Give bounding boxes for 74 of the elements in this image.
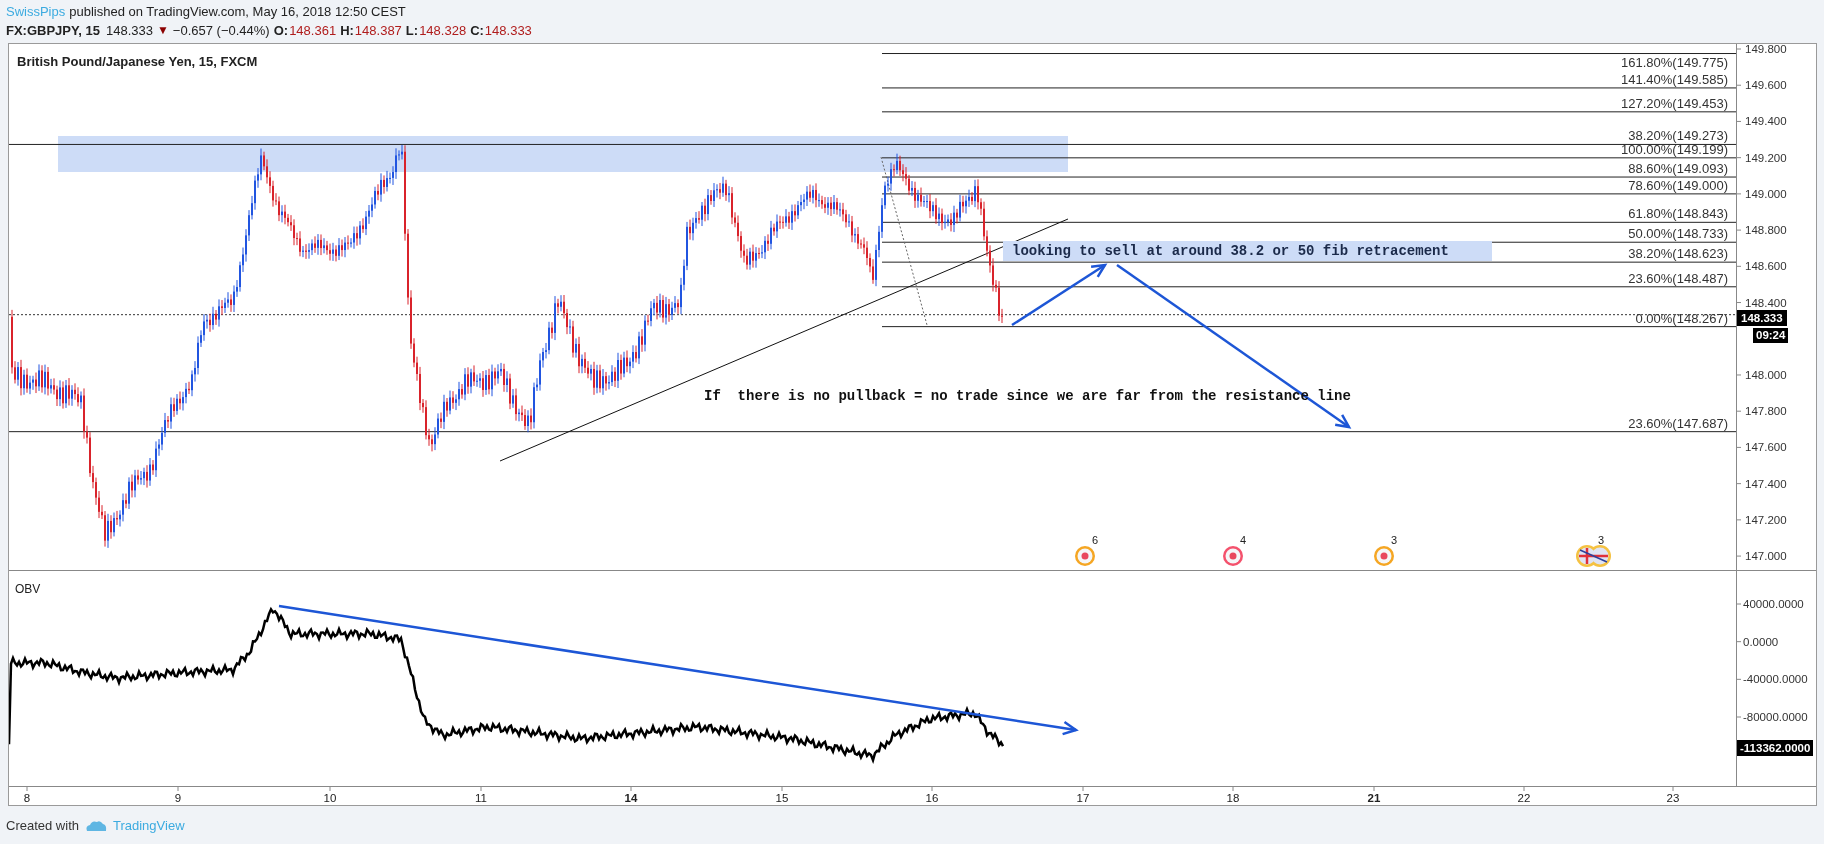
price-tick-label: 147.600: [1745, 441, 1787, 454]
fib-level-label: 50.00%(148.733): [1628, 226, 1728, 242]
footer-text: Created with: [6, 817, 79, 835]
price-tick-label: 149.000: [1745, 187, 1787, 200]
obv-value-badge: -113362.0000: [1737, 740, 1814, 756]
time-tick-label: 16: [925, 792, 939, 804]
last-price-badge: 148.333: [1737, 310, 1787, 326]
obv-tick-label: -40000.0000: [1743, 673, 1808, 686]
price-tick-label: 149.800: [1745, 44, 1787, 55]
price-tick-label: 147.200: [1745, 513, 1787, 526]
ohlc-label: L:: [405, 22, 419, 40]
event-marker-icon[interactable]: [1374, 546, 1394, 566]
time-tick-label: 14: [624, 792, 638, 804]
price-tick-label: 147.000: [1745, 550, 1787, 563]
price-tick-label: 147.400: [1745, 477, 1787, 490]
obv-tick-label: 40000.0000: [1743, 598, 1804, 610]
time-tick-label: 22: [1517, 792, 1531, 804]
event-marker-icon[interactable]: [1223, 546, 1243, 566]
time-tick-label: 11: [475, 792, 487, 804]
time-tick-label: 15: [775, 792, 789, 804]
event-count: 6: [1092, 534, 1099, 546]
time-tick-label: 21: [1367, 792, 1381, 804]
cloud-logo-icon: [85, 819, 107, 832]
obv-title: OBV: [15, 582, 41, 596]
time-tick-label: 9: [174, 792, 182, 804]
brand-link[interactable]: TradingView: [113, 816, 185, 836]
fib-level-label: 127.20%(149.453): [1621, 95, 1728, 111]
price-tick-label: 148.600: [1745, 260, 1787, 273]
flag-marker-icon[interactable]: [1576, 545, 1611, 567]
author-link[interactable]: SwissPips: [6, 2, 66, 21]
fib-level-label: 88.60%(149.093): [1628, 161, 1728, 177]
ohlc-value: 148.361: [289, 22, 337, 40]
time-tick-label: 18: [1226, 792, 1240, 804]
obv-tick-label: 0.0000: [1743, 635, 1779, 648]
event-count: 4: [1240, 534, 1247, 546]
obv-tick-label: -80000.0000: [1743, 711, 1808, 723]
direction-glyph: ▼: [156, 22, 169, 39]
chart-title: British Pound/Japanese Yen, 15, FXCM: [17, 54, 258, 69]
ohlc-value: 148.387: [354, 22, 402, 40]
countdown-badge: 09:24: [1753, 328, 1789, 343]
price-tick-label: 149.200: [1745, 151, 1787, 164]
time-tick-label: 17: [1076, 792, 1090, 804]
price-tick-label: 149.600: [1745, 79, 1787, 92]
fib-level-label: 38.20%(149.273): [1628, 128, 1728, 144]
fib-level-label: 38.20%(148.623): [1628, 246, 1728, 262]
publish-info: published on TradingView.com, May 16, 2018 12:50 CEST: [69, 3, 406, 21]
price-tick-label: 149.400: [1745, 115, 1787, 128]
price-change: −0.657 (−0.44%): [172, 22, 270, 40]
event-marker-icon[interactable]: [1075, 546, 1095, 566]
last-price: 148.333: [105, 22, 153, 40]
price-tick-label: 148.000: [1745, 369, 1787, 381]
fib-level-label: 23.60%(148.487): [1628, 270, 1728, 286]
symbol-label: FX:GBPJPY, 15: [6, 22, 100, 40]
event-count: 3: [1391, 534, 1398, 546]
time-tick-label: 23: [1666, 792, 1680, 804]
chart-note: If there is no pullback = no trade since we are far from the resistance line: [704, 387, 1351, 406]
event-count: 3: [1598, 534, 1605, 546]
fib-level-label: 61.80%(148.843): [1628, 206, 1728, 222]
time-tick-label: 8: [23, 792, 31, 804]
ohlc-value: 148.333: [484, 22, 532, 40]
ohlc-label: C:: [470, 22, 484, 40]
fib-level-label: 0.00%(148.267): [1635, 310, 1728, 326]
price-tick-label: 147.800: [1745, 405, 1787, 418]
price-tick-label: 148.400: [1745, 296, 1787, 309]
ohlc-label: O:: [273, 22, 289, 40]
fib-level-label: 78.60%(149.000): [1628, 177, 1728, 193]
highlighted-note: looking to sell at around 38.2 or 50 fib retracement: [1003, 241, 1492, 261]
ohlc-value: 148.328: [419, 22, 467, 40]
ohlc-label: H:: [340, 22, 354, 40]
fib-level-label: 23.60%(147.687): [1628, 415, 1728, 431]
price-tick-label: 148.800: [1745, 224, 1787, 237]
fib-level-label: 141.40%(149.585): [1621, 71, 1728, 87]
time-tick-label: 10: [323, 792, 337, 804]
fib-level-label: 161.80%(149.775): [1621, 55, 1728, 70]
